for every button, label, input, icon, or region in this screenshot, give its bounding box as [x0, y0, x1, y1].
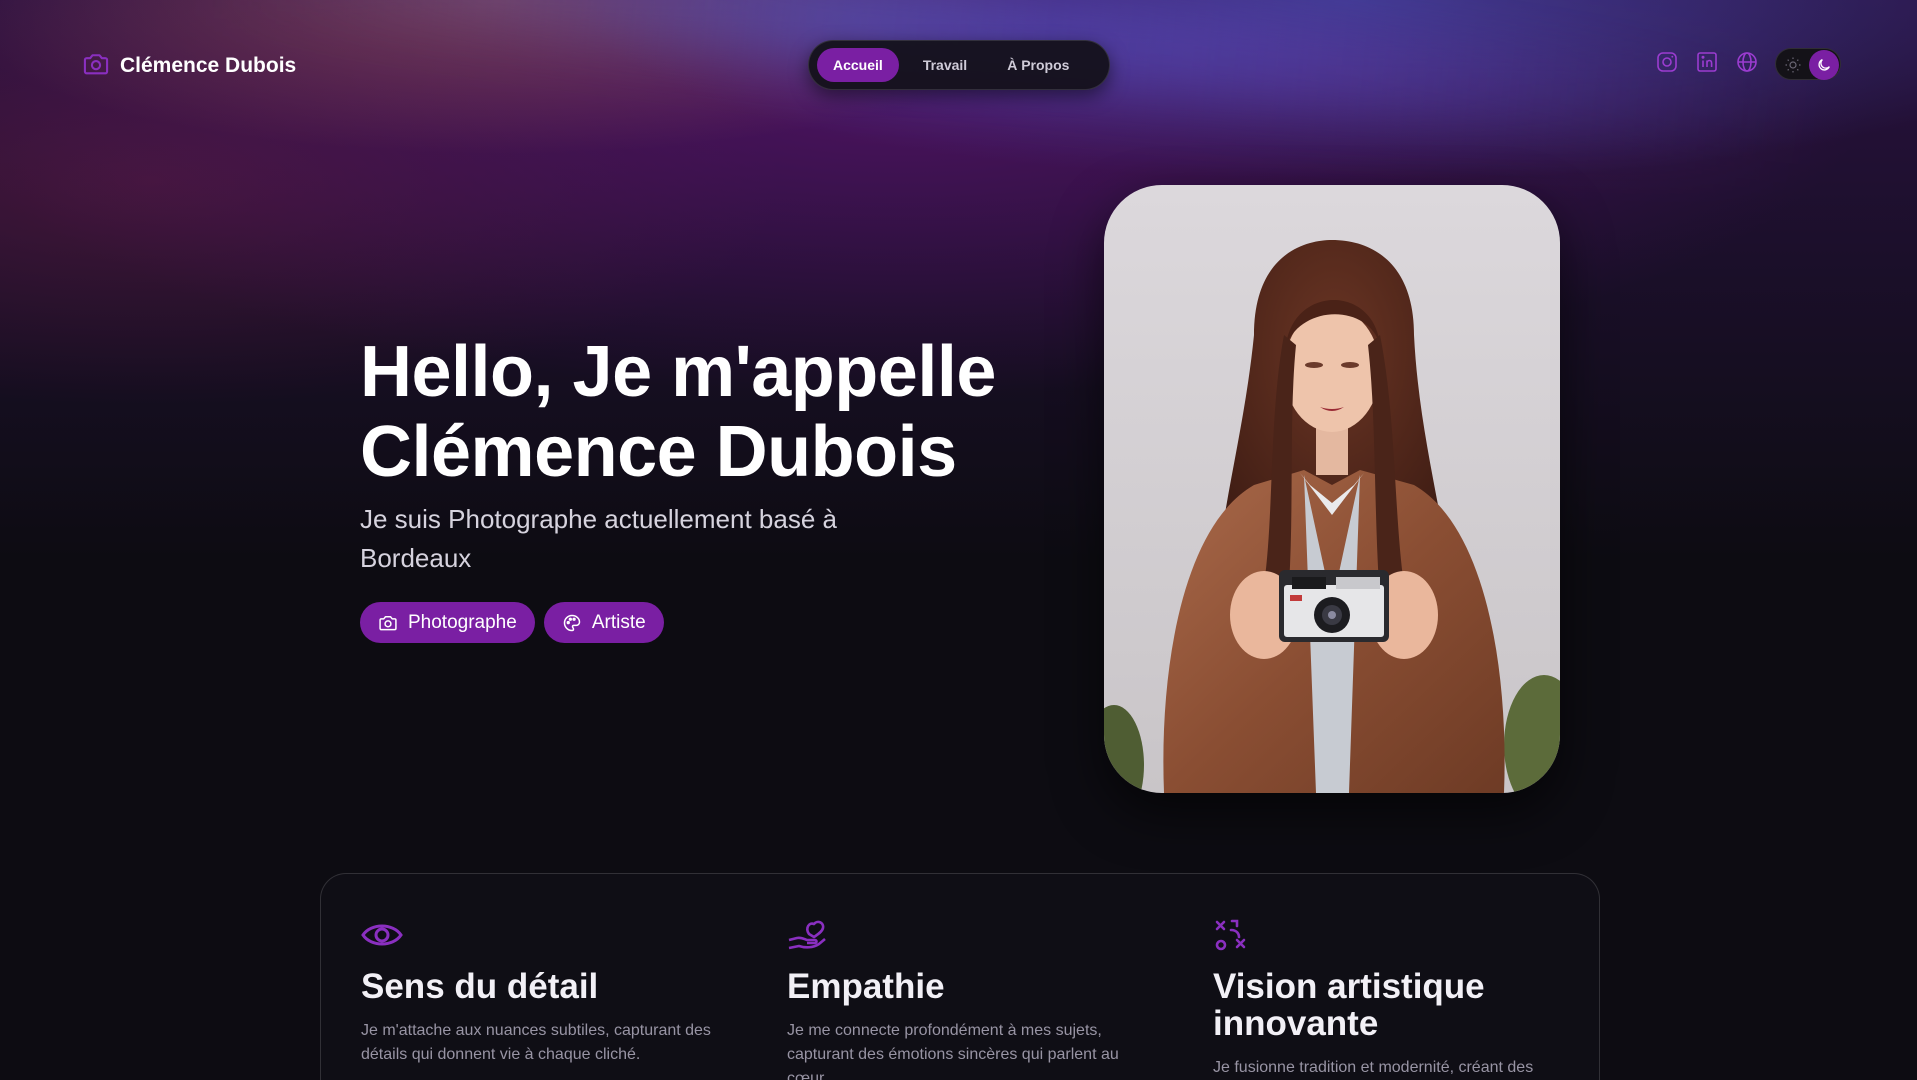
sun-icon: [1785, 57, 1801, 73]
feature-title: Vision artistique innovante: [1213, 967, 1485, 1043]
feature-title: Sens du détail: [361, 967, 599, 1006]
camera-icon: [379, 615, 397, 630]
feature-empathie: Empathie Je me connecte profondément à m…: [787, 918, 1137, 1080]
portrait-photo: [1104, 185, 1560, 793]
heart-hand-icon: [788, 920, 826, 950]
nav-item-travail[interactable]: Travail: [907, 48, 983, 82]
camera-icon: [82, 50, 110, 82]
feature-vision-artistique: Vision artistique innovante Je fusionne …: [1213, 918, 1563, 1080]
hero-title-line2: Clémence Dubois: [360, 412, 957, 492]
feature-text: Je m'attache aux nuances subtiles, captu…: [361, 1022, 711, 1063]
tag-artiste[interactable]: Artiste: [543, 602, 664, 643]
feature-text: Je me connecte profondément à mes sujets…: [787, 1022, 1119, 1080]
nav-item-accueil[interactable]: Accueil: [817, 48, 899, 82]
feature-text: Je fusionne tradition et modernité, créa…: [1213, 1059, 1534, 1076]
feature-sens-du-detail: Sens du détail Je m'attache aux nuances …: [361, 918, 711, 1067]
tag-label: Photographe: [408, 611, 517, 633]
tag-photographe[interactable]: Photographe: [360, 602, 535, 643]
features-card: Sens du détail Je m'attache aux nuances …: [320, 873, 1600, 1080]
main-nav: Accueil Travail À Propos: [808, 40, 1110, 90]
eye-icon: [361, 924, 403, 946]
theme-toggle[interactable]: [1775, 48, 1841, 80]
globe-icon[interactable]: [1735, 50, 1759, 78]
hero-subtitle: Je suis Photographe actuellement basé à …: [360, 504, 837, 573]
feature-title: Empathie: [787, 967, 945, 1006]
moon-icon: [1818, 59, 1830, 71]
hero-tags: Photographe Artiste: [360, 602, 664, 643]
hero-title-line1: Hello, Je m'appelle: [360, 332, 996, 412]
strategy-icon: [1215, 919, 1246, 951]
social-links: [1655, 50, 1759, 78]
toggle-knob: [1809, 50, 1839, 80]
brand-name: Clémence Dubois: [120, 54, 297, 77]
tag-label: Artiste: [591, 611, 646, 633]
hero-title: Hello, Je m'appelle Clémence Dubois: [360, 332, 1080, 492]
nav-item-a-propos[interactable]: À Propos: [991, 48, 1085, 82]
brand[interactable]: Clémence Dubois: [82, 50, 296, 82]
linkedin-icon[interactable]: [1695, 50, 1719, 78]
instagram-icon[interactable]: [1655, 50, 1679, 78]
palette-icon: [563, 614, 581, 631]
